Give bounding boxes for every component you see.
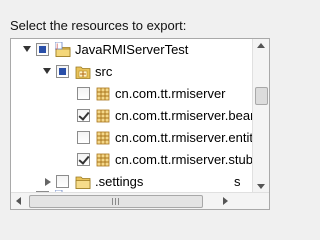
package-icon	[95, 130, 111, 146]
horizontal-scrollbar[interactable]	[11, 192, 269, 209]
checkbox-package[interactable]	[77, 109, 90, 122]
source-folder-icon	[75, 64, 91, 80]
checkbox-package[interactable]	[77, 153, 90, 166]
tree-item-label: cn.com.tt.rmiserver.bean	[115, 108, 258, 123]
grip-line	[112, 198, 113, 205]
vertical-scroll-thumb[interactable]	[255, 87, 268, 105]
checkbox-src[interactable]	[56, 65, 69, 78]
tree-item-label: JavaRMIServerTest	[75, 42, 189, 57]
horizontal-scroll-thumb[interactable]	[29, 195, 203, 208]
tree-item-label: cn.com.tt.rmiserver.entity	[115, 130, 260, 145]
scroll-up-arrow-icon[interactable]	[257, 43, 265, 48]
tree-item-label: src	[95, 64, 113, 79]
svg-text:J: J	[55, 43, 58, 50]
tree-item-label: cn.com.tt.rmiserver	[115, 86, 226, 101]
scroll-left-arrow-icon[interactable]	[16, 197, 21, 205]
scroll-right-arrow-icon[interactable]	[223, 197, 228, 205]
java-project-icon: J	[54, 41, 71, 58]
grip-line	[118, 198, 119, 205]
expand-arrow-icon[interactable]	[23, 46, 31, 52]
checkbox-settings[interactable]	[56, 175, 69, 188]
checkbox-package[interactable]	[77, 87, 90, 100]
grip-line	[115, 198, 116, 205]
package-icon	[95, 108, 111, 124]
vertical-scrollbar[interactable]	[252, 39, 269, 193]
expand-arrow-icon[interactable]	[43, 68, 51, 74]
resource-tree[interactable]: J JavaRMIServerTest src cn.com.tt.rmiser…	[10, 38, 270, 210]
checkbox-javarmiservertest[interactable]	[36, 43, 49, 56]
tree-item-label: cn.com.tt.rmiserver.stub	[115, 152, 253, 167]
expand-arrow-icon[interactable]	[45, 178, 51, 186]
export-prompt-label: Select the resources to export:	[10, 18, 187, 33]
checkbox-package[interactable]	[77, 131, 90, 144]
package-icon	[95, 86, 111, 102]
truncated-text-fragment: s	[234, 174, 241, 189]
package-icon	[95, 152, 111, 168]
scroll-down-arrow-icon[interactable]	[257, 184, 265, 189]
